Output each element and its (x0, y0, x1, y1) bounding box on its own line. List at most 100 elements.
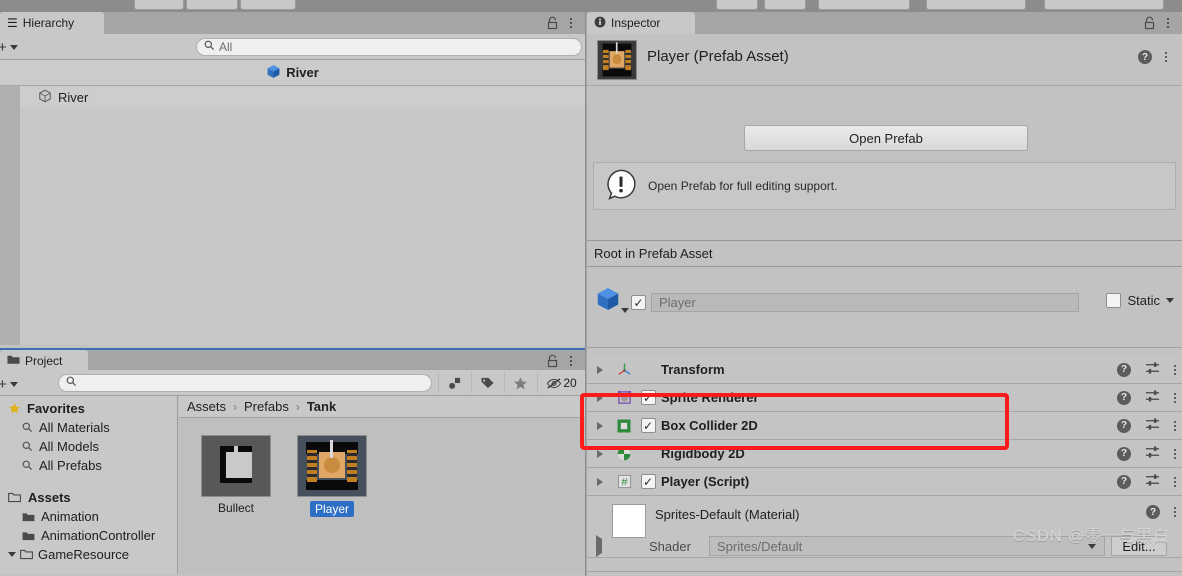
expand-toggle[interactable] (587, 365, 613, 374)
lock-icon[interactable] (546, 16, 559, 30)
preset-icon[interactable] (1145, 473, 1160, 490)
create-gameobject-button[interactable]: + (0, 38, 32, 56)
inspector-context-menu-icon[interactable] (1160, 48, 1172, 66)
filter-by-label-button[interactable] (471, 373, 503, 393)
component-enabled-checkbox[interactable]: ✓ (635, 418, 661, 433)
component-menu-icon[interactable] (1174, 363, 1176, 377)
expand-toggle[interactable] (587, 449, 613, 458)
label-tag-icon (481, 377, 494, 389)
toolbar-button-5[interactable] (764, 0, 806, 10)
expand-toggle[interactable] (587, 421, 613, 430)
inspector-header: Player (Prefab Asset) ? (587, 34, 1182, 86)
filter-by-favorites-button[interactable] (504, 373, 536, 393)
open-prefab-button[interactable]: Open Prefab (744, 125, 1028, 151)
static-label: Static (1127, 293, 1160, 308)
help-icon[interactable]: ? (1117, 362, 1131, 377)
static-toggle[interactable]: Static (1106, 293, 1174, 308)
tab-project[interactable]: Project (0, 350, 88, 372)
hierarchy-search-input[interactable]: All (196, 38, 582, 56)
inspector-footer (587, 559, 1182, 576)
favorites-item-all-prefabs[interactable]: All Prefabs (0, 456, 177, 475)
inspector-lock-icon[interactable] (1143, 16, 1156, 30)
preset-icon[interactable] (1145, 445, 1160, 462)
breadcrumb-tank[interactable]: Tank (307, 399, 336, 414)
favorites-item-all-models[interactable]: All Models (0, 437, 177, 456)
preset-icon[interactable] (1145, 361, 1160, 378)
help-icon[interactable]: ? (1117, 474, 1131, 489)
breadcrumb-separator: › (295, 399, 300, 414)
help-icon[interactable]: ? (1117, 446, 1131, 461)
shader-label: Shader (649, 539, 691, 554)
favorites-item-label: All Models (39, 439, 99, 454)
gameobject-name-input[interactable]: Player (651, 293, 1079, 312)
toolbar-button-6[interactable] (818, 0, 910, 10)
toolbar-button-7[interactable] (926, 0, 1026, 10)
breadcrumb-assets[interactable]: Assets (187, 399, 226, 414)
assets-header[interactable]: Assets (0, 488, 177, 507)
component-row-player-script[interactable]: # ✓ Player (Script) ? (587, 468, 1182, 496)
hierarchy-panel: ☰ Hierarchy + All River River (0, 12, 586, 348)
project-search-input[interactable] (58, 374, 432, 392)
chevron-right-icon (597, 421, 603, 430)
favorites-header[interactable]: Favorites (0, 399, 177, 418)
assets-item-animationcontroller[interactable]: AnimationController (0, 526, 177, 545)
toolbar-button-4[interactable] (716, 0, 758, 10)
component-row-sprite-renderer[interactable]: ✓ Sprite Renderer ? (587, 384, 1182, 412)
preset-icon[interactable] (1145, 417, 1160, 434)
chevron-down-icon[interactable] (8, 552, 16, 557)
component-menu-icon[interactable] (1174, 447, 1176, 461)
hierarchy-toolbar: + All (0, 34, 585, 60)
favorites-header-label: Favorites (27, 401, 85, 416)
component-menu-icon[interactable] (1174, 391, 1176, 405)
gameobject-enabled-checkbox[interactable]: ✓ (631, 295, 646, 310)
assets-item-gameresource[interactable]: GameResource (0, 545, 177, 564)
help-icon[interactable]: ? (1138, 50, 1152, 64)
expand-toggle[interactable] (587, 477, 613, 486)
inspector-menu-icon[interactable] (1162, 16, 1174, 30)
project-lock-icon[interactable] (546, 354, 559, 368)
tab-hierarchy[interactable]: ☰ Hierarchy (0, 12, 104, 34)
favorites-item-all-materials[interactable]: All Materials (0, 418, 177, 437)
component-row-box-collider-2d[interactable]: ✓ Box Collider 2D ? (587, 412, 1182, 440)
component-enabled-checkbox[interactable]: ✓ (635, 474, 661, 489)
help-icon[interactable]: ? (1117, 418, 1131, 433)
breadcrumb-prefabs[interactable]: Prefabs (244, 399, 289, 414)
project-menu-icon[interactable] (565, 354, 577, 368)
material-menu-icon[interactable] (1174, 505, 1176, 519)
help-icon[interactable]: ? (1117, 390, 1131, 405)
hidden-packages-button[interactable]: 20 (537, 373, 585, 393)
toolbar-button-1[interactable] (134, 0, 184, 10)
component-row-actions: ? (1117, 445, 1176, 462)
hierarchy-menu-icon[interactable] (565, 16, 577, 30)
static-checkbox[interactable] (1106, 293, 1122, 308)
asset-thumbnail (201, 435, 271, 497)
scene-header-row[interactable]: River (0, 60, 585, 86)
asset-item-player[interactable]: Player (297, 435, 367, 517)
component-row-actions: ? (1117, 473, 1176, 490)
preset-icon[interactable] (1145, 389, 1160, 406)
toolbar-button-8[interactable] (1044, 0, 1164, 10)
component-menu-icon[interactable] (1174, 475, 1176, 489)
inspector-tabbar: Inspector (587, 12, 1182, 34)
component-row-actions: ? (1117, 389, 1176, 406)
gameobject-icon[interactable] (595, 286, 629, 315)
filter-by-type-button[interactable] (438, 373, 470, 393)
project-toolbar: + 20 (0, 370, 585, 396)
material-expand-toggle[interactable] (596, 535, 602, 557)
component-enabled-checkbox[interactable]: ✓ (635, 390, 661, 405)
toolbar-button-2[interactable] (186, 0, 238, 10)
chevron-down-icon[interactable] (621, 308, 629, 313)
asset-item-bullect[interactable]: Bullect (201, 435, 271, 515)
toolbar-button-3[interactable] (240, 0, 296, 10)
assets-item-animation[interactable]: Animation (0, 507, 177, 526)
expand-toggle[interactable] (587, 393, 613, 402)
tab-inspector[interactable]: Inspector (587, 12, 695, 34)
component-row-rigidbody-2d[interactable]: Rigidbody 2D ? (587, 440, 1182, 468)
component-menu-icon[interactable] (1174, 419, 1176, 433)
hierarchy-item-river[interactable]: River (20, 87, 585, 107)
create-asset-button[interactable]: + (0, 375, 32, 393)
top-toolbar-strip (0, 0, 1182, 12)
help-icon[interactable]: ? (1146, 505, 1160, 519)
component-row-transform[interactable]: Transform ? (587, 356, 1182, 384)
chevron-down-icon[interactable] (1166, 298, 1174, 303)
